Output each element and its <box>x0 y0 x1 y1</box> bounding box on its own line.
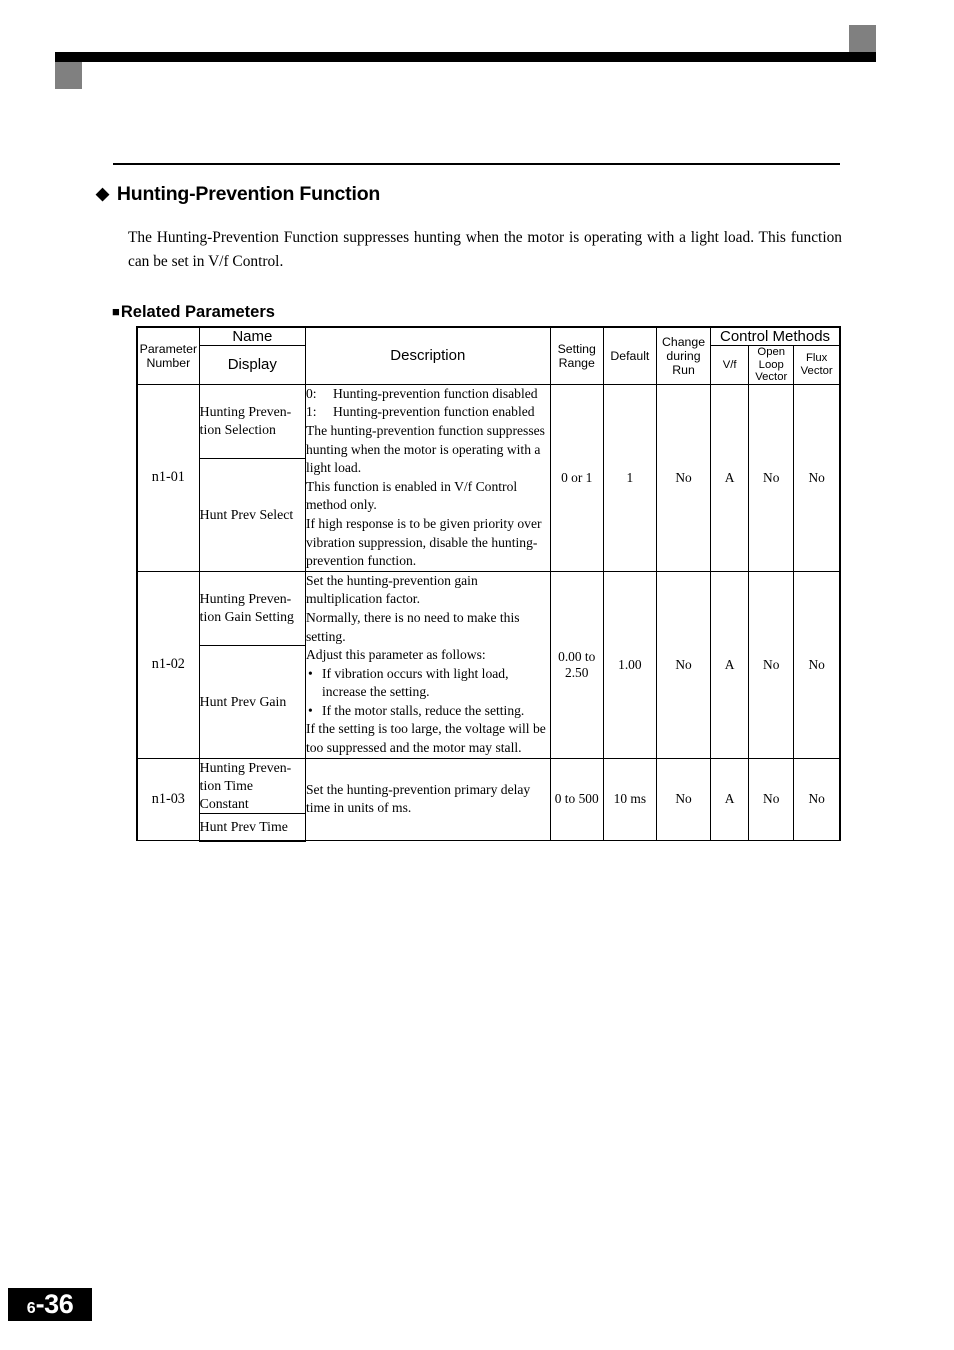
description-paragraph: This function is enabled in V/f Control … <box>305 478 518 513</box>
cell-flux-vector: No <box>793 757 842 842</box>
table-row: n1-01 Hunting Preven- tion Selection 0: H… <box>135 383 842 572</box>
bullet-dot-icon: • <box>307 665 313 681</box>
subsection-title-text: Related Parameters <box>120 302 275 321</box>
option-text: Hunting-prevention function disabled <box>332 385 538 401</box>
column-header-change-during-run: Change during Run <box>655 325 712 385</box>
cell-setting-range: 0.00 to 2.50 <box>549 570 604 759</box>
cell-parameter-number: n1-02 <box>135 570 200 759</box>
cell-display-name: Hunt Prev Select <box>198 457 306 572</box>
table-row: n1-03 Hunting Preven- tion Time Constant… <box>135 757 842 842</box>
diamond-bullet-icon: ◆ <box>96 184 109 204</box>
cell-parameter-number: n1-01 <box>135 383 200 572</box>
description-paragraph: Set the hunting-prevention primary delay… <box>305 781 531 816</box>
cell-parameter-number: n1-03 <box>135 757 200 842</box>
header-rule-bar <box>55 52 876 62</box>
cell-change-during-run: No <box>655 570 712 759</box>
cell-open-loop-vector: No <box>748 757 795 842</box>
cell-display-name: Hunt Prev Time <box>198 812 306 842</box>
page-footer: 6-36 <box>8 1288 92 1321</box>
description-bullet: • If the motor stalls, reduce the setting… <box>306 702 550 721</box>
cell-description: 0: Hunting-prevention function disabled 1… <box>304 383 551 572</box>
cell-default: 1.00 <box>602 570 657 759</box>
cell-name: Hunting Preven- tion Selection <box>198 383 306 459</box>
column-header-description: Description <box>304 325 551 385</box>
column-header-flux-vector: Flux Vector <box>793 345 842 385</box>
header-accent-square-right <box>849 25 876 52</box>
cell-change-during-run: No <box>655 757 712 842</box>
page-number: 6-36 <box>8 1288 92 1321</box>
page-header-band <box>0 0 954 100</box>
bullet-text: If the motor stalls, reduce the setting. <box>321 702 525 718</box>
cell-name: Hunting Preven- tion Gain Setting <box>198 570 306 646</box>
option-key: 0: <box>305 385 317 401</box>
column-header-default: Default <box>602 325 657 385</box>
cell-setting-range: 0 or 1 <box>549 383 604 572</box>
column-header-display: Display <box>198 345 306 385</box>
description-option: 0: Hunting-prevention function disabled <box>306 385 550 404</box>
table-row: n1-02 Hunting Preven- tion Gain Setting … <box>135 570 842 759</box>
description-paragraph: If high response is to be given priority… <box>305 515 542 569</box>
page-title-text: Hunting-Prevention Function <box>116 183 381 206</box>
square-bullet-icon: ■ <box>112 303 120 319</box>
page-number-chapter: 6 <box>26 1300 36 1317</box>
bullet-dot-icon: • <box>307 702 313 718</box>
cell-flux-vector: No <box>793 383 842 572</box>
column-header-name: Name <box>198 326 306 346</box>
description-paragraph: If the setting is too large, the voltage… <box>305 721 546 756</box>
related-parameters-table: Parameter Number Name Description Settin… <box>135 325 842 842</box>
cell-name: Hunting Preven- tion Time Constant <box>198 757 306 814</box>
column-header-vf: V/f <box>710 345 750 385</box>
description-paragraph: The hunting-prevention function suppress… <box>305 422 545 476</box>
table-header-row-1: Parameter Number Name Description Settin… <box>135 325 842 385</box>
description-bullet: • If vibration occurs with light load, in… <box>306 665 550 702</box>
intro-paragraph: The Hunting-Prevention Function suppress… <box>128 229 842 271</box>
option-text: Hunting-prevention function enabled <box>332 404 535 420</box>
cell-description: Set the hunting-prevention primary delay… <box>304 757 551 842</box>
cell-default: 10 ms <box>602 757 657 842</box>
cell-flux-vector: No <box>793 570 842 759</box>
related-parameters-table-container: Parameter Number Name Description Settin… <box>135 325 842 842</box>
cell-open-loop-vector: No <box>748 383 795 572</box>
column-header-control-methods: Control Methods <box>710 326 842 346</box>
section-divider <box>113 163 840 165</box>
header-accent-square-left <box>55 62 82 89</box>
cell-setting-range: 0 to 500 <box>549 757 604 842</box>
cell-open-loop-vector: No <box>748 570 795 759</box>
column-header-open-loop-vector: Open Loop Vector <box>748 345 795 385</box>
cell-vf: A <box>710 383 750 572</box>
cell-change-during-run: No <box>655 383 712 572</box>
bullet-text: If vibration occurs with light load, inc… <box>321 665 509 700</box>
table-head: Parameter Number Name Description Settin… <box>135 325 842 385</box>
option-key: 1: <box>305 404 317 420</box>
cell-description: Set the hunting-prevention gain multipli… <box>304 570 551 759</box>
cell-display-name: Hunt Prev Gain <box>198 644 306 759</box>
description-paragraph: Set the hunting-prevention gain multipli… <box>305 572 478 607</box>
cell-vf: A <box>710 570 750 759</box>
page-number-separator: - <box>35 1289 45 1319</box>
cell-vf: A <box>710 757 750 842</box>
subsection-title: ■Related Parameters <box>112 303 275 322</box>
description-paragraph: Adjust this parameter as follows: <box>305 647 486 663</box>
page-title: ◆ Hunting-Prevention Function <box>96 183 856 206</box>
page-number-page: 36 <box>44 1289 74 1319</box>
description-option: 1: Hunting-prevention function enabled <box>306 403 550 422</box>
cell-default: 1 <box>602 383 657 572</box>
description-paragraph: Normally, there is no need to make this … <box>305 609 520 644</box>
column-header-parameter-number: Parameter Number <box>135 325 200 385</box>
column-header-setting-range: Setting Range <box>549 325 604 385</box>
table-body: n1-01 Hunting Preven- tion Selection 0: H… <box>135 383 842 842</box>
